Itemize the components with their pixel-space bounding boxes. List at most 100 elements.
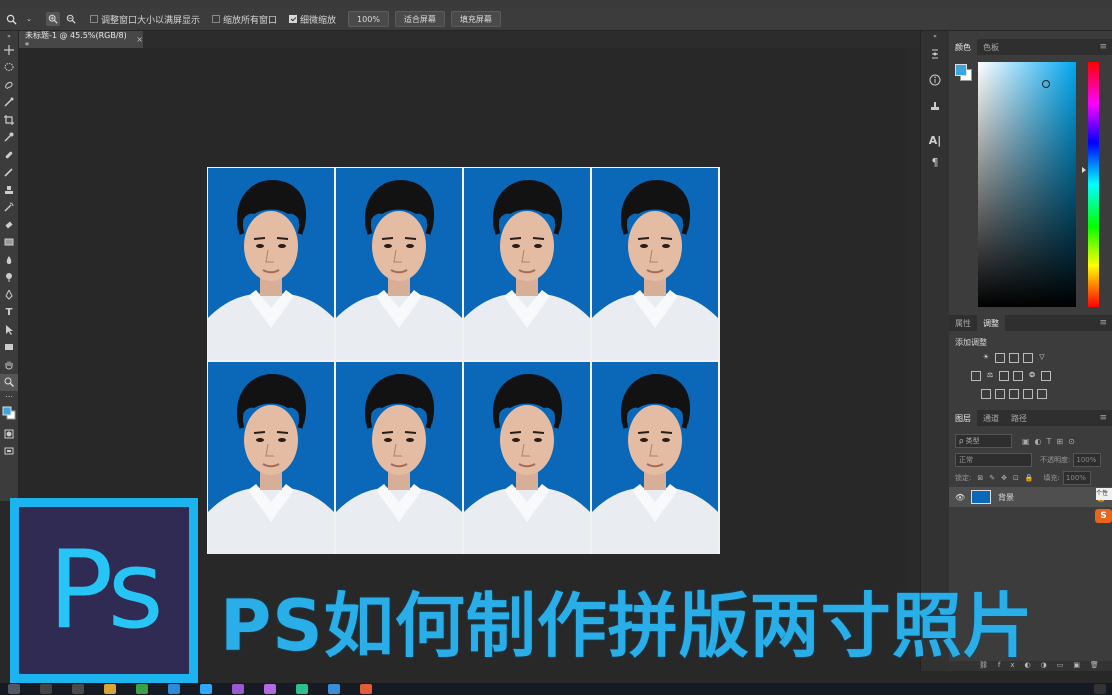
photoshop-taskbar-icon[interactable]: [200, 684, 212, 694]
filter-icons[interactable]: ▣◐T⊞⊙: [1022, 437, 1080, 446]
history-panel-icon[interactable]: [921, 41, 949, 67]
zoom-tool-active-icon[interactable]: [0, 373, 18, 391]
threshold-icon[interactable]: [1009, 389, 1019, 399]
blend-mode-select[interactable]: 正常: [955, 453, 1032, 467]
paragraph-panel-icon[interactable]: ¶: [921, 153, 949, 171]
screen-mode-icon[interactable]: [0, 443, 18, 461]
browser-icon[interactable]: [136, 684, 148, 694]
audition-icon[interactable]: [296, 684, 308, 694]
scrubby-zoom-option[interactable]: 细微缩放: [289, 13, 336, 26]
eraser-tool-icon[interactable]: [0, 216, 18, 234]
exposure-icon[interactable]: [1023, 353, 1033, 363]
canvas-scrollbar[interactable]: [908, 48, 920, 660]
fit-screen-button[interactable]: 适合屏幕: [394, 11, 445, 27]
tab-adjustments[interactable]: 调整: [977, 315, 1005, 331]
color-swatches-icon[interactable]: [0, 401, 18, 425]
channel-mixer-icon[interactable]: ❂: [1027, 371, 1037, 381]
tab-properties[interactable]: 属性: [949, 315, 977, 331]
brush-tool-icon[interactable]: [0, 164, 18, 182]
pen-tool-icon[interactable]: [0, 286, 18, 304]
scrubby-zoom-checkbox[interactable]: [289, 15, 298, 23]
color-lookup-icon[interactable]: [1041, 371, 1051, 381]
kind-filter-select[interactable]: ρ 类型: [955, 434, 1012, 448]
fill-input[interactable]: 100%: [1062, 471, 1091, 485]
crop-tool-icon[interactable]: [0, 111, 18, 129]
move-tool-icon[interactable]: [0, 41, 18, 59]
tab-layers[interactable]: 图层: [949, 410, 977, 426]
brightness-icon[interactable]: ☀: [981, 353, 991, 363]
type-tool-icon[interactable]: T: [0, 304, 18, 322]
start-icon[interactable]: [8, 684, 20, 694]
app-icon-2[interactable]: [328, 684, 340, 694]
opacity-input[interactable]: 100%: [1073, 453, 1102, 467]
zoom-all-option[interactable]: 缩放所有窗口: [212, 13, 277, 26]
document-tab[interactable]: 未标题-1 @ 45.5%(RGB/8) * ×: [19, 31, 143, 50]
tab-channels[interactable]: 通道: [977, 410, 1005, 426]
history-brush-tool-icon[interactable]: [0, 199, 18, 217]
blur-tool-icon[interactable]: [0, 251, 18, 269]
file-explorer-icon[interactable]: [104, 684, 116, 694]
photo-filter-icon[interactable]: [1013, 371, 1023, 381]
layer-thumbnail[interactable]: [971, 490, 991, 504]
black-white-icon[interactable]: [999, 371, 1009, 381]
eyedropper-tool-icon[interactable]: [0, 129, 18, 147]
tray-icons[interactable]: [1094, 684, 1106, 694]
more-tools-icon[interactable]: ⋯: [0, 391, 18, 401]
zoom-out-icon[interactable]: [64, 12, 78, 26]
hue-slider-handle[interactable]: [1082, 167, 1086, 173]
color-field[interactable]: [978, 62, 1076, 307]
curves-icon[interactable]: [1009, 353, 1019, 363]
layer-row-background[interactable]: 👁 背景 🔒: [949, 487, 1112, 507]
vibrance-icon[interactable]: ▽: [1037, 353, 1047, 363]
quick-mask-icon[interactable]: [0, 425, 18, 443]
dodge-tool-icon[interactable]: [0, 269, 18, 287]
gradient-tool-icon[interactable]: [0, 234, 18, 252]
levels-icon[interactable]: [995, 353, 1005, 363]
foreground-swatch[interactable]: [955, 64, 967, 76]
selective-color-icon[interactable]: [1037, 389, 1047, 399]
color-balance-icon[interactable]: ⚖: [985, 371, 995, 381]
document-canvas[interactable]: [207, 167, 720, 554]
search-icon[interactable]: [40, 684, 52, 694]
hue-slider[interactable]: [1088, 62, 1099, 307]
zoom-all-checkbox[interactable]: [212, 15, 221, 23]
actions-panel-icon[interactable]: [921, 93, 949, 119]
info-panel-icon[interactable]: [921, 67, 949, 93]
zoom-tool-icon[interactable]: [4, 12, 18, 26]
lock-icons[interactable]: ⊠✎✥⊡🔒: [977, 474, 1039, 482]
tab-swatches[interactable]: 色板: [977, 39, 1005, 55]
rectangle-tool-icon[interactable]: [0, 339, 18, 357]
hue-saturation-icon[interactable]: [971, 371, 981, 381]
invert-icon[interactable]: [981, 389, 991, 399]
tab-paths[interactable]: 路径: [1005, 410, 1033, 426]
path-select-tool-icon[interactable]: [0, 321, 18, 339]
clone-stamp-tool-icon[interactable]: [0, 181, 18, 199]
app-icon-3[interactable]: [360, 684, 372, 694]
lasso-tool-icon[interactable]: [0, 76, 18, 94]
app-icon[interactable]: [168, 684, 180, 694]
hand-tool-icon[interactable]: [0, 356, 18, 374]
healing-brush-tool-icon[interactable]: [0, 146, 18, 164]
character-panel-icon[interactable]: A|: [921, 127, 949, 153]
marquee-tool-icon[interactable]: [0, 59, 18, 77]
fill-screen-button[interactable]: 填充屏幕: [450, 11, 501, 27]
expand-icon[interactable]: «: [921, 31, 949, 41]
premiere-icon[interactable]: [232, 684, 244, 694]
posterize-icon[interactable]: [995, 389, 1005, 399]
panel-menu-icon[interactable]: ≡: [1099, 318, 1107, 328]
input-method-icon[interactable]: S: [1095, 509, 1112, 523]
panel-menu-icon[interactable]: ≡: [1099, 413, 1107, 423]
gradient-map-icon[interactable]: [1023, 389, 1033, 399]
eye-icon[interactable]: 👁: [955, 493, 965, 502]
zoom-in-icon[interactable]: [46, 12, 60, 26]
tab-color[interactable]: 颜色: [949, 39, 977, 55]
after-effects-icon[interactable]: [264, 684, 276, 694]
quick-select-tool-icon[interactable]: [0, 94, 18, 112]
panel-menu-icon[interactable]: ≡: [1099, 42, 1107, 52]
zoom-100-button[interactable]: 100%: [348, 11, 389, 27]
collapse-icon[interactable]: »: [0, 31, 18, 41]
close-icon[interactable]: ×: [136, 35, 143, 44]
fit-windows-option[interactable]: 调整窗口大小以满屏显示: [90, 13, 200, 26]
fit-windows-checkbox[interactable]: [90, 15, 98, 23]
chevron-down-icon[interactable]: ⌄: [22, 12, 36, 26]
